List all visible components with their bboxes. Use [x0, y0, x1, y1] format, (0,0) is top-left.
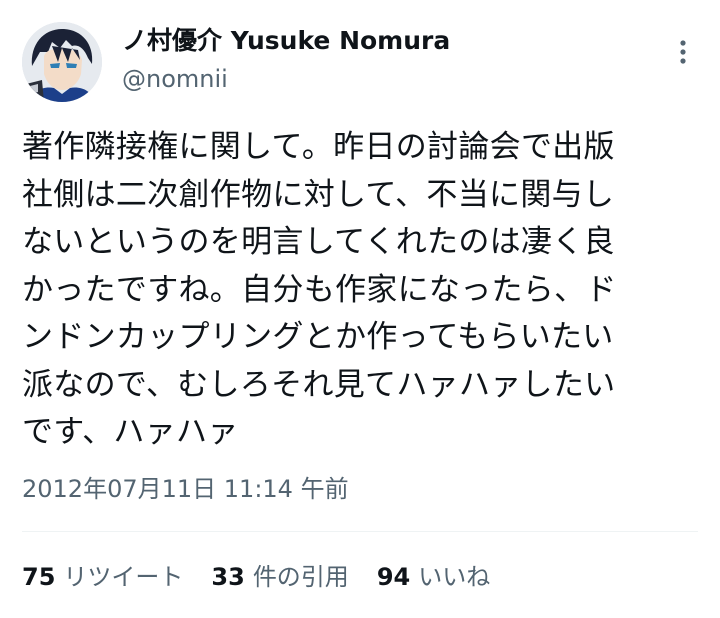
more-vertical-icon	[680, 40, 686, 64]
author-names: ノ村優介 Yusuke Nomura @nomnii	[122, 24, 450, 96]
quotes-count: 33	[211, 563, 245, 591]
tweet-header: ノ村優介 Yusuke Nomura @nomnii	[22, 22, 698, 102]
likes-count: 94	[376, 563, 411, 591]
divider	[22, 531, 698, 532]
quotes-stat[interactable]: 33 件の引用	[211, 560, 348, 594]
retweets-stat[interactable]: 75 リツイート	[22, 560, 183, 594]
user-handle[interactable]: @nomnii	[122, 62, 450, 96]
retweets-count: 75	[22, 563, 56, 591]
display-name[interactable]: ノ村優介 Yusuke Nomura	[122, 24, 450, 58]
tweet-timestamp[interactable]: 2012年07月11日 11:14 午前	[22, 472, 349, 506]
more-options-button[interactable]	[668, 34, 698, 70]
tweet: ノ村優介 Yusuke Nomura @nomnii 著作隣接権に関して。昨日の…	[0, 0, 720, 618]
retweets-label: リツイート	[63, 563, 184, 591]
likes-stat[interactable]: 94 いいね	[377, 560, 490, 594]
tweet-stats: 75 リツイート 33 件の引用 94 いいね	[22, 560, 518, 594]
avatar[interactable]	[22, 22, 102, 102]
quotes-label: 件の引用	[252, 563, 349, 591]
likes-label: いいね	[418, 563, 491, 591]
tweet-text: 著作隣接権に関して。昨日の討論会で出版 社側は二次創作物に対して、不当に関与し …	[22, 129, 617, 450]
